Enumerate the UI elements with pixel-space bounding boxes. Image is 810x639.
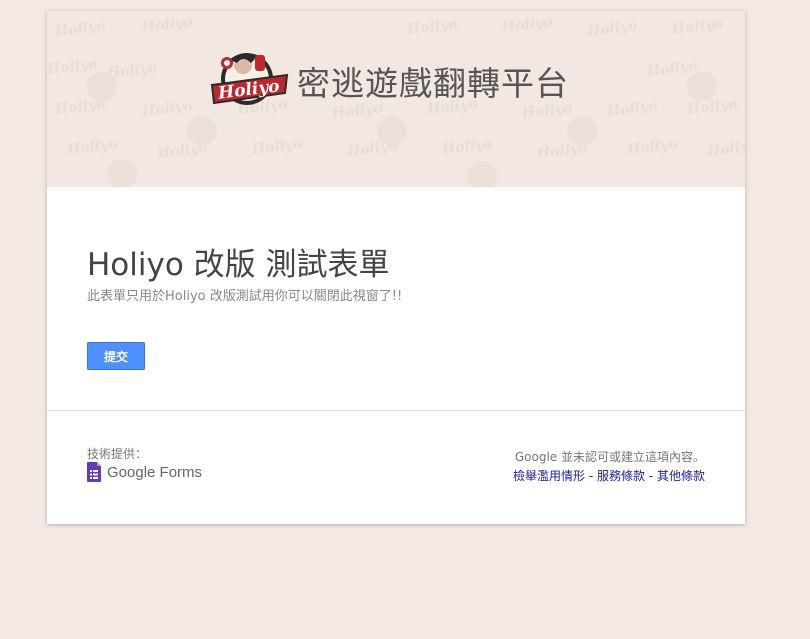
disclaimer-text: Google 並未認可或建立這項內容。 bbox=[514, 450, 705, 464]
google-forms-text: Google Forms bbox=[107, 463, 203, 481]
watermark-text: Holiyo bbox=[54, 18, 107, 40]
watermark-mascot bbox=[567, 116, 597, 146]
header-banner: Holiyo Holiyo Holiyo Holiyo Holiyo Holiy… bbox=[47, 11, 745, 187]
additional-terms-link[interactable]: 其他條款 bbox=[657, 469, 705, 483]
watermark-text: Holiyo bbox=[441, 136, 494, 158]
watermark-mascot bbox=[107, 159, 137, 187]
submit-button[interactable]: 提交 bbox=[87, 342, 145, 370]
form-title: Holiyo 改版 測試表單 bbox=[87, 247, 390, 283]
watermark-mascot bbox=[467, 161, 497, 187]
watermark-text: Holiyo bbox=[66, 136, 119, 158]
watermark-text: Holiyo bbox=[501, 14, 554, 36]
watermark-mascot bbox=[687, 71, 717, 101]
watermark-text: Holiyo bbox=[406, 16, 459, 38]
watermark-text: Holiyo bbox=[251, 136, 304, 158]
google-forms-brand[interactable]: Google Forms bbox=[87, 461, 202, 483]
form-description: 此表單只用於Holiyo 改版測試用你可以關閉此視窗了!! bbox=[87, 289, 403, 304]
watermark-text: Holiyo bbox=[686, 96, 739, 118]
link-separator: - bbox=[645, 469, 657, 483]
watermark-text: Holiyo bbox=[141, 98, 194, 120]
terms-of-service-link[interactable]: 服務條款 bbox=[597, 469, 645, 483]
watermark-text: Holiyo bbox=[626, 136, 679, 158]
watermark-mascot bbox=[377, 116, 407, 146]
link-separator: - bbox=[585, 469, 597, 483]
watermark-text: Holiyo bbox=[671, 16, 724, 38]
watermark-text: Holiyo bbox=[586, 18, 639, 40]
banner-title: 密逃遊戲翻轉平台 bbox=[297, 64, 569, 103]
watermark-mascot bbox=[87, 71, 117, 101]
watermark-text: Holiyo bbox=[606, 98, 659, 120]
report-abuse-link[interactable]: 檢舉濫用情形 bbox=[513, 469, 585, 483]
google-forms-icon bbox=[87, 462, 101, 482]
watermark-mascot bbox=[187, 116, 217, 146]
watermark-text: Holiyo bbox=[141, 14, 194, 36]
watermark-text: Holiyo bbox=[706, 138, 745, 160]
powered-by-label: 技術提供： bbox=[87, 447, 148, 461]
footer-links: 檢舉濫用情形 - 服務條款 - 其他條款 bbox=[513, 467, 705, 484]
holiyo-logo: Holiyo bbox=[210, 53, 289, 105]
divider bbox=[47, 410, 745, 411]
form-card: Holiyo Holiyo Holiyo Holiyo Holiyo Holiy… bbox=[47, 11, 745, 524]
